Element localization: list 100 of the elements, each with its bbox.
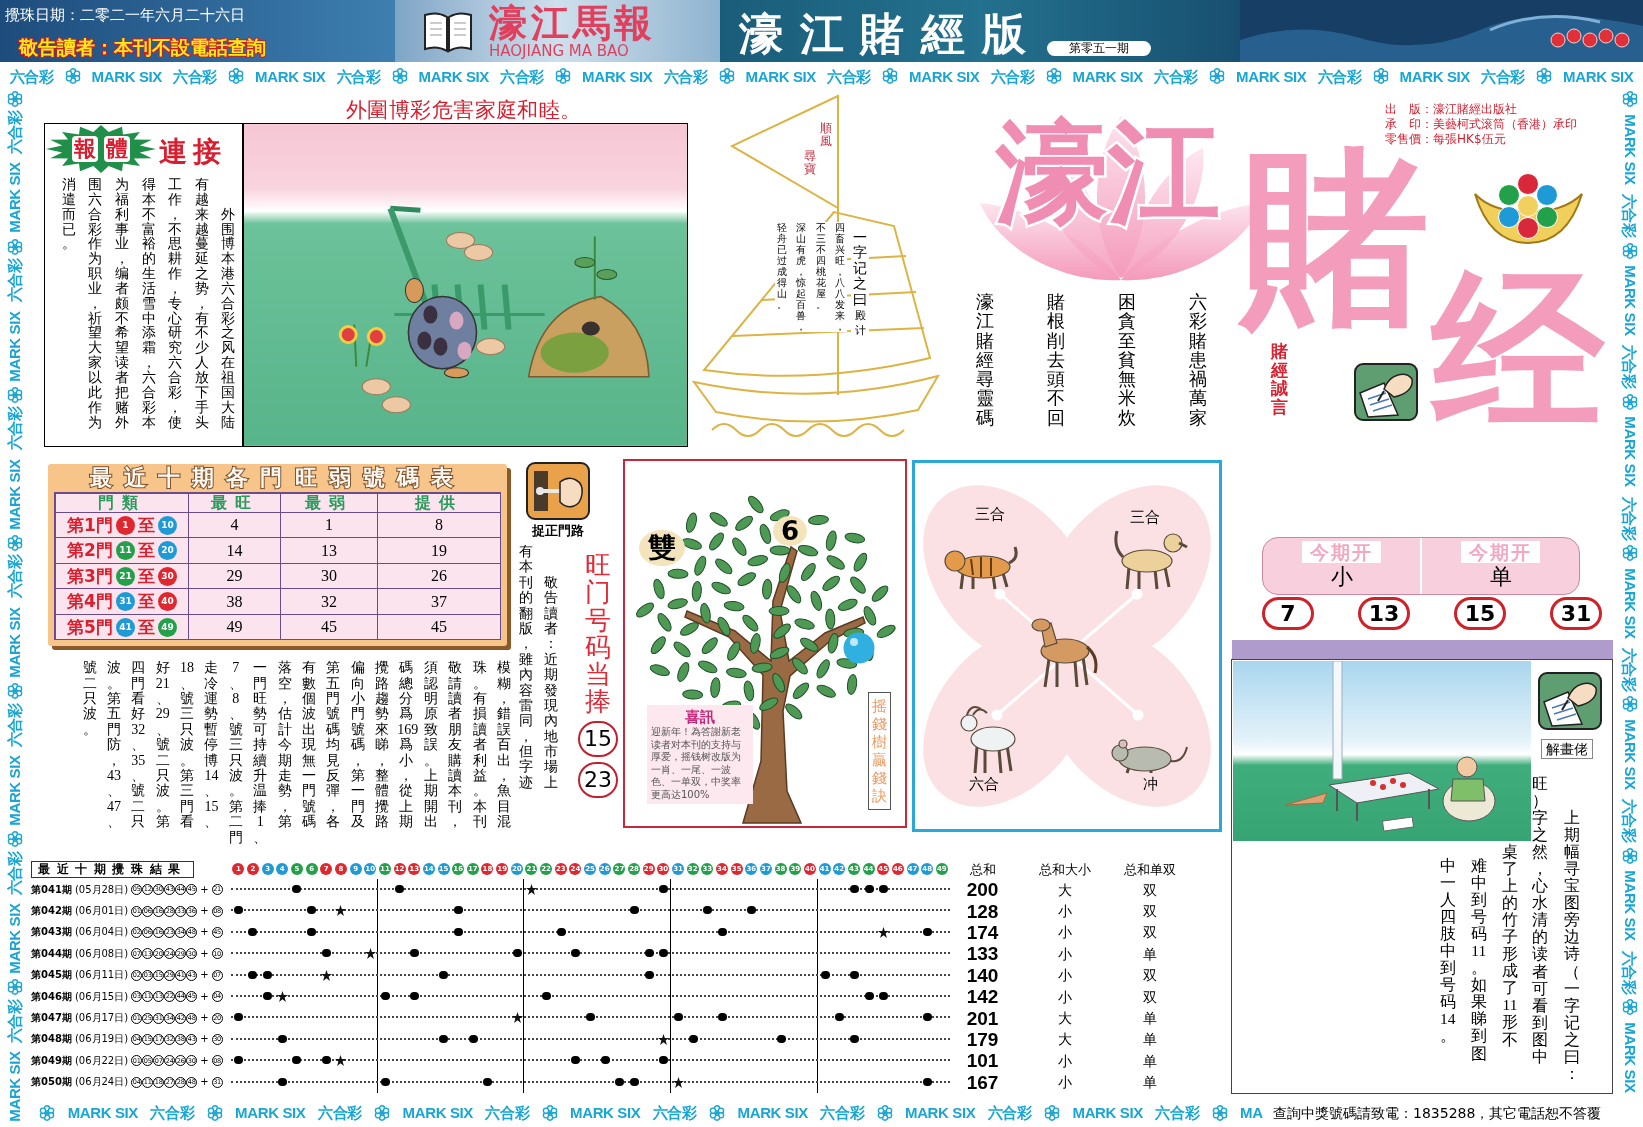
border-text: 六合彩 [7, 703, 22, 747]
plus-sign: + [200, 1077, 209, 1088]
headline: 外圍博彩危害家庭和睦。 [346, 100, 582, 121]
ball-icon [843, 632, 875, 664]
size-value: 小 [1058, 968, 1072, 983]
circled-number: 7 [1262, 597, 1314, 630]
tree-caption: 摇錢樹贏錢訣 [868, 692, 891, 810]
border-text: MARK SIX [235, 1105, 306, 1120]
date-label: (06月15日) [74, 991, 129, 1002]
notice-text: 敬告讀者：本刊不設電話查詢 [19, 36, 266, 58]
border-text: MARK SIX [1072, 1105, 1143, 1120]
flower-icon [6, 979, 23, 996]
range-word: 至 [137, 542, 155, 560]
star-icon [672, 1076, 684, 1088]
sum-value: 133 [966, 944, 999, 964]
range-word: 至 [137, 516, 155, 534]
border-text: 六合彩 [1317, 68, 1362, 84]
flower-icon [6, 831, 23, 848]
table-cell: 30 [281, 563, 378, 590]
masthead-title: 濠江馬報 [489, 3, 657, 42]
door-label: 第4門 [67, 593, 113, 611]
section-label: 解畫佬 [1541, 739, 1593, 759]
article-title: 連接 [159, 138, 227, 166]
results-title: 最近十期攪珠結果 [31, 860, 194, 878]
border-text: MARK SIX [1563, 68, 1634, 84]
border-text: MARK SIX [1622, 1021, 1638, 1093]
plus-sign: + [200, 906, 209, 917]
date-label: (05月28日) [74, 884, 129, 895]
date-label: (06月17日) [74, 1013, 129, 1024]
plus-sign: + [200, 1055, 209, 1066]
star-icon [526, 884, 538, 895]
sum-value: 142 [966, 987, 999, 1007]
flower-icon [709, 1104, 726, 1121]
border-text: 六合彩 [485, 1105, 530, 1120]
sum-value: 167 [966, 1072, 999, 1092]
circled-number: 15 [1454, 597, 1506, 630]
poem-text: 四畜兴旺，八八发来，不三不四桃花屋。深山有虎，惊起百兽，轻舟已过成得山。 [775, 222, 847, 332]
flower-icon [718, 68, 735, 84]
border-text: MARK SIX [7, 310, 22, 382]
zodiac-label: 冲 [1143, 777, 1158, 792]
table-cell: 45 [281, 614, 378, 641]
border-text: MARK SIX [1622, 265, 1638, 336]
table-cell: 45 [378, 614, 501, 641]
draw-date: 攪珠日期：二零二一年六月二十六日 [5, 6, 245, 24]
flower-icon [1622, 696, 1638, 713]
size-value: 小 [1058, 904, 1072, 919]
circled-number: 15 [578, 720, 618, 757]
article-text: 模糊，錯誤百出，魚目混珠。有損讀者利益。本刊敬請讀者朋友購讀本刊，須認明原致誤。上期開出碼總分爲169爲小，從上期攪路趨勢來睇，整體攪路偏向小門號碼，第一門及第五門號碼均見反彈，各有數個波出現無一門號碼落空，估計今期走勢，第一門旺勢可持續升温捧1、7、8、號三只波。第二門走冷運勢暫停博14、15、18、號三只波。第三門看好21、29、號二只波。第四門看好32、35、號二只波。第五門防，43、47、號二只波。 [81, 660, 512, 845]
flag-text: 順風尋寶 [802, 122, 834, 176]
border-text: 六合彩 [173, 68, 217, 84]
flower-icon [391, 68, 408, 84]
star-icon [658, 1033, 670, 1045]
border-text: MARK SIX [7, 755, 22, 826]
column-header: 提供 [378, 494, 501, 513]
flower-icon [64, 68, 81, 84]
table-cell: 32 [281, 589, 378, 615]
issue-label: 第零五一期 [1046, 41, 1151, 56]
range-word: 至 [137, 567, 155, 585]
border-text: MARK SIX [570, 1105, 641, 1120]
border-text: 六合彩 [827, 68, 871, 84]
period-label: 第049期 [31, 1055, 72, 1066]
date-label: (06月11日) [74, 970, 129, 981]
border-text: 六合彩 [1481, 68, 1525, 84]
border-text: MARK SIX [91, 68, 162, 84]
tag-value: 单 [1489, 563, 1512, 591]
border-text: 六合彩 [336, 68, 381, 84]
table-cell: 8 [378, 513, 501, 539]
horse-drawing [1031, 618, 1098, 689]
table-cell: 38 [189, 589, 281, 615]
writing-hand-icon [1538, 672, 1602, 730]
answer-text: 上期幅寻宝图旁边诗（一字记之曰：旺）字之然，心水清的读者可看到图中 [1531, 775, 1582, 1082]
star-icon [511, 1012, 523, 1024]
sum-value: 201 [966, 1008, 999, 1028]
period-label: 第047期 [31, 1013, 72, 1024]
plus-sign: + [200, 970, 209, 981]
size-value: 小 [1058, 989, 1072, 1004]
zodiac-label: 六合 [969, 777, 999, 792]
border-text: MARK SIX [745, 68, 816, 84]
flower-icon [876, 1104, 893, 1121]
plus-sign: + [200, 1034, 209, 1045]
border-text: 六合彩 [1622, 193, 1638, 238]
period-label: 第045期 [31, 970, 72, 981]
border-text: MARK SIX [1072, 68, 1143, 84]
publisher-info: 出 版：濠江賭經出版社 [1385, 102, 1518, 117]
table-cell: 29 [189, 563, 281, 590]
publisher-info: 承 印：美藝柯式滚筒（香港）承印 [1385, 117, 1577, 132]
period-label: 第044期 [31, 948, 72, 959]
border-text: 六合彩 [652, 1105, 697, 1120]
star-icon [878, 926, 890, 938]
plus-sign: + [200, 991, 209, 1002]
sum-value: 179 [966, 1029, 999, 1049]
flower-icon [1622, 847, 1638, 864]
column-header: 最旺 [189, 494, 281, 513]
size-value: 大 [1058, 1032, 1072, 1047]
sum-value: 174 [966, 922, 999, 942]
border-text: MARK SIX [1622, 567, 1638, 639]
flower-icon [39, 1104, 56, 1121]
size-value: 大 [1058, 882, 1072, 897]
news-title: 喜訊 [685, 708, 715, 726]
flower-icon [1211, 1104, 1228, 1121]
